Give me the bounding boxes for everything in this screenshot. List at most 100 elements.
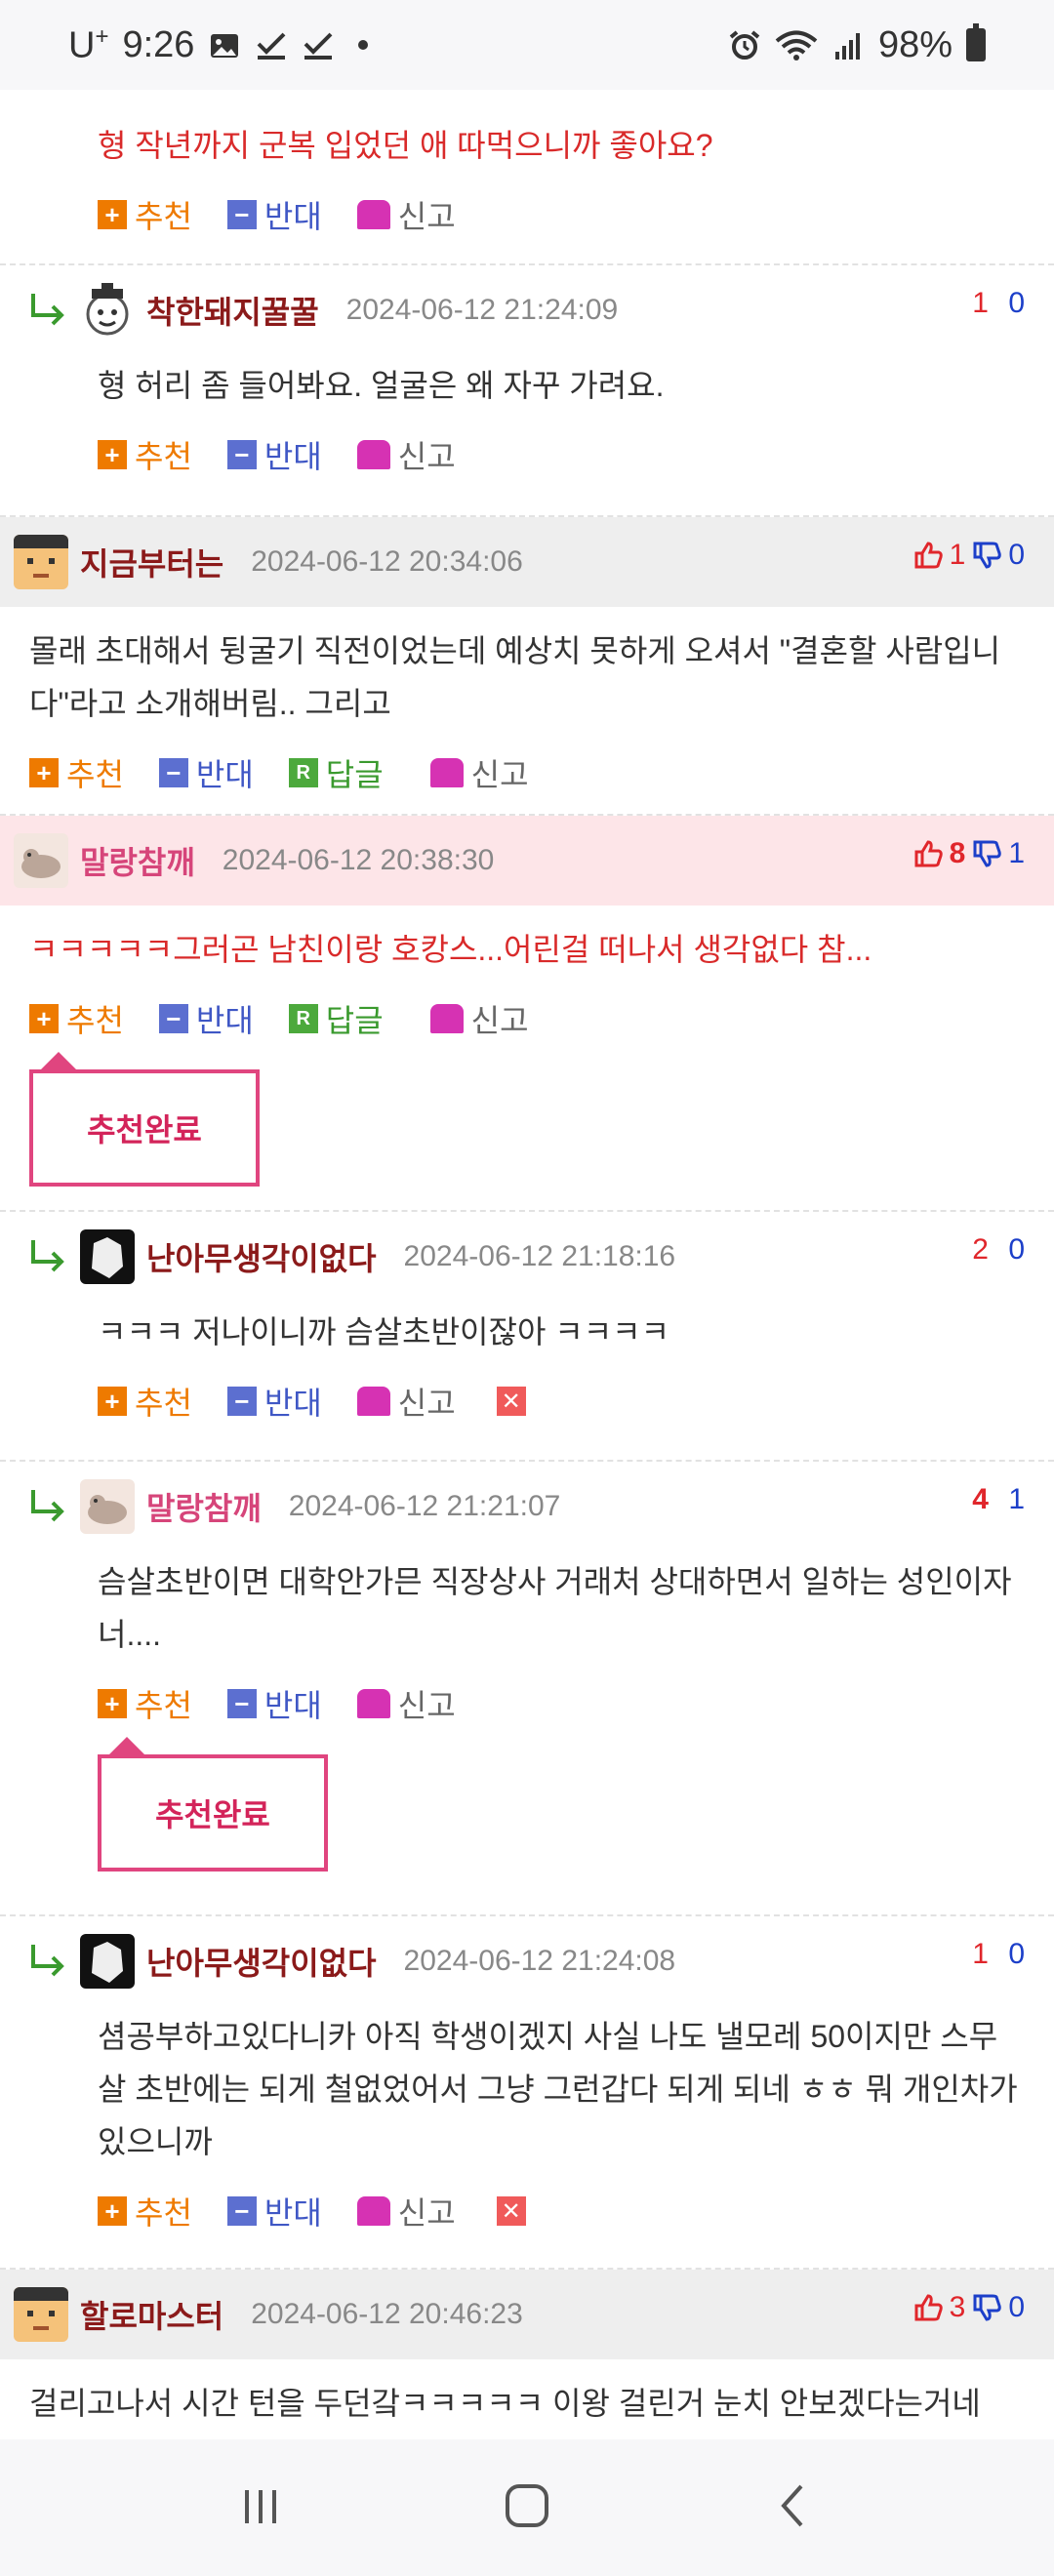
downvote-count: 1 [1008,1483,1025,1515]
minus-icon: − [226,1689,257,1718]
system-nav-bar [0,2439,1054,2576]
report-button[interactable]: 신고 [356,2189,456,2234]
report-button[interactable]: 신고 [356,432,456,477]
upvote-count: 2 [972,1233,989,1266]
report-button[interactable]: 신고 [356,1681,456,1726]
minus-icon: − [226,1387,257,1416]
avatar [80,1479,135,1534]
comment-header: 난아무생각이없다 2024-06-12 21:18:16 2 0 [0,1212,1054,1302]
back-icon[interactable] [764,2476,823,2540]
recommend-label: 추천 [66,1003,124,1038]
downvote-count: 0 [1008,539,1025,571]
reply-r-icon: R [288,758,318,787]
delete-x-icon[interactable]: ✕ [496,2196,526,2226]
report-label: 신고 [470,1003,529,1038]
plus-icon: + [98,2196,127,2226]
report-label: 신고 [470,757,529,792]
nickname[interactable]: 말랑참깨 [80,838,195,883]
vote-score: 1 0 [972,287,1025,320]
vote-score: 2 0 [972,1233,1025,1267]
comment-item: 할로마스터 2024-06-12 20:46:23 3 0 걸리고나서 시간 턴… [0,2270,1054,2445]
siren-icon [356,440,390,469]
comment-date: 2024-06-12 20:34:06 [251,545,523,578]
oppose-label: 반대 [264,439,322,474]
siren-icon [356,2196,390,2226]
oppose-button[interactable]: − 반대 [226,432,322,477]
nickname[interactable]: 난아무생각이없다 [146,1939,377,1984]
recent-apps-icon[interactable] [231,2476,290,2540]
vote-score: 8 1 [912,837,1025,870]
thumbs-down-icon [973,542,1002,569]
nickname[interactable]: 난아무생각이없다 [146,1234,377,1279]
carrier-label: U+ [68,22,109,66]
comment-list: 형 작년까지 군복 입었던 애 따먹으니까 좋아요? + 추천 − 반대 신고 착한… [0,90,1054,2445]
signal-icon [831,29,865,60]
minus-icon: − [158,758,188,787]
report-button[interactable]: 신고 [429,750,529,795]
nickname[interactable]: 착한돼지꿀꿀 [146,288,319,333]
comment-date: 2024-06-12 21:18:16 [403,1240,676,1272]
check-download-icon-2 [302,29,335,60]
oppose-button[interactable]: − 반대 [226,192,322,237]
reply-button[interactable]: R 답글 [288,750,384,795]
oppose-button[interactable]: − 반대 [226,1379,322,1424]
vote-score: 1 0 [972,1938,1025,1971]
vote-score: 3 0 [912,2291,1025,2324]
oppose-button[interactable]: − 반대 [158,750,254,795]
avatar [80,283,135,338]
reply-arrow-icon [27,1236,68,1277]
upvote-count: 1 [972,287,989,319]
downvote-count: 1 [1008,837,1025,869]
reply-label: 답글 [325,1003,384,1038]
wifi-icon [775,29,818,60]
nickname[interactable]: 말랑참깨 [146,1484,262,1529]
comment-header: 착한돼지꿀꿀 2024-06-12 21:24:09 1 0 [0,265,1054,355]
oppose-button[interactable]: − 반대 [226,1681,322,1726]
comment-item: 착한돼지꿀꿀 2024-06-12 21:24:09 1 0 형 허리 좀 들어… [0,265,1054,517]
recommend-button[interactable]: + 추천 [98,192,192,237]
reply-button[interactable]: R 답글 [288,996,384,1041]
report-button[interactable]: 신고 [356,1379,456,1424]
plus-icon: + [98,1689,127,1718]
recommend-button[interactable]: + 추천 [98,2189,192,2234]
oppose-button[interactable]: − 반대 [158,996,254,1041]
comment-date: 2024-06-12 21:24:08 [403,1945,676,1977]
reply-arrow-icon [27,1486,68,1527]
report-button[interactable]: 신고 [429,996,529,1041]
avatar [80,1934,135,1989]
recommend-label: 추천 [135,199,192,234]
downvote-count: 0 [1008,2291,1025,2323]
nickname[interactable]: 할로마스터 [80,2292,223,2337]
oppose-label: 반대 [264,1386,322,1421]
comment-header: 난아무생각이없다 2024-06-12 21:24:08 1 0 [0,1916,1054,2006]
notification-dot-icon [358,40,369,50]
delete-x-icon[interactable]: ✕ [496,1387,526,1416]
recommend-button[interactable]: + 추천 [98,1379,192,1424]
recommend-button[interactable]: + 추천 [98,1681,192,1726]
home-icon[interactable] [498,2476,556,2540]
upvote-count: 1 [949,539,966,571]
upvote-count: 4 [972,1483,989,1515]
comment-header: 말랑참깨 2024-06-12 21:21:07 4 1 [0,1462,1054,1551]
nickname[interactable]: 지금부터는 [80,540,223,584]
recommend-button[interactable]: + 추천 [29,750,124,795]
comment-item: 형 작년까지 군복 입었던 애 따먹으니까 좋아요? + 추천 − 반대 신고 [0,90,1054,265]
gallery-icon [208,29,241,60]
recommend-button[interactable]: + 추천 [98,432,192,477]
oppose-label: 반대 [195,757,254,792]
avatar [14,833,68,888]
thumbs-down-icon [973,2294,1002,2321]
upvote-count: 8 [949,837,966,869]
comment-body: 몰래 초대해서 뒹굴기 직전이었는데 예상치 못하게 오셔서 "결혼할 사람입니… [29,633,1001,721]
comment-body: 셤공부하고있다니카 아직 학생이겠지 사실 나도 낼모레 50이지만 스무살 초… [98,2019,1018,2159]
avatar [14,2287,68,2342]
report-button[interactable]: 신고 [356,192,456,237]
comment-actions: + 추천 − 반대 R 답글 신고 [0,989,1054,1048]
recommend-label: 추천 [66,757,124,792]
oppose-button[interactable]: − 반대 [226,2189,322,2234]
thumbs-up-icon [914,542,943,569]
oppose-label: 반대 [264,199,322,234]
recommend-button[interactable]: + 추천 [29,996,124,1041]
recommend-label: 추천 [135,2195,192,2231]
comment-body: 형 허리 좀 들어봐요. 얼굴은 왜 자꾸 가려요. [98,368,665,403]
